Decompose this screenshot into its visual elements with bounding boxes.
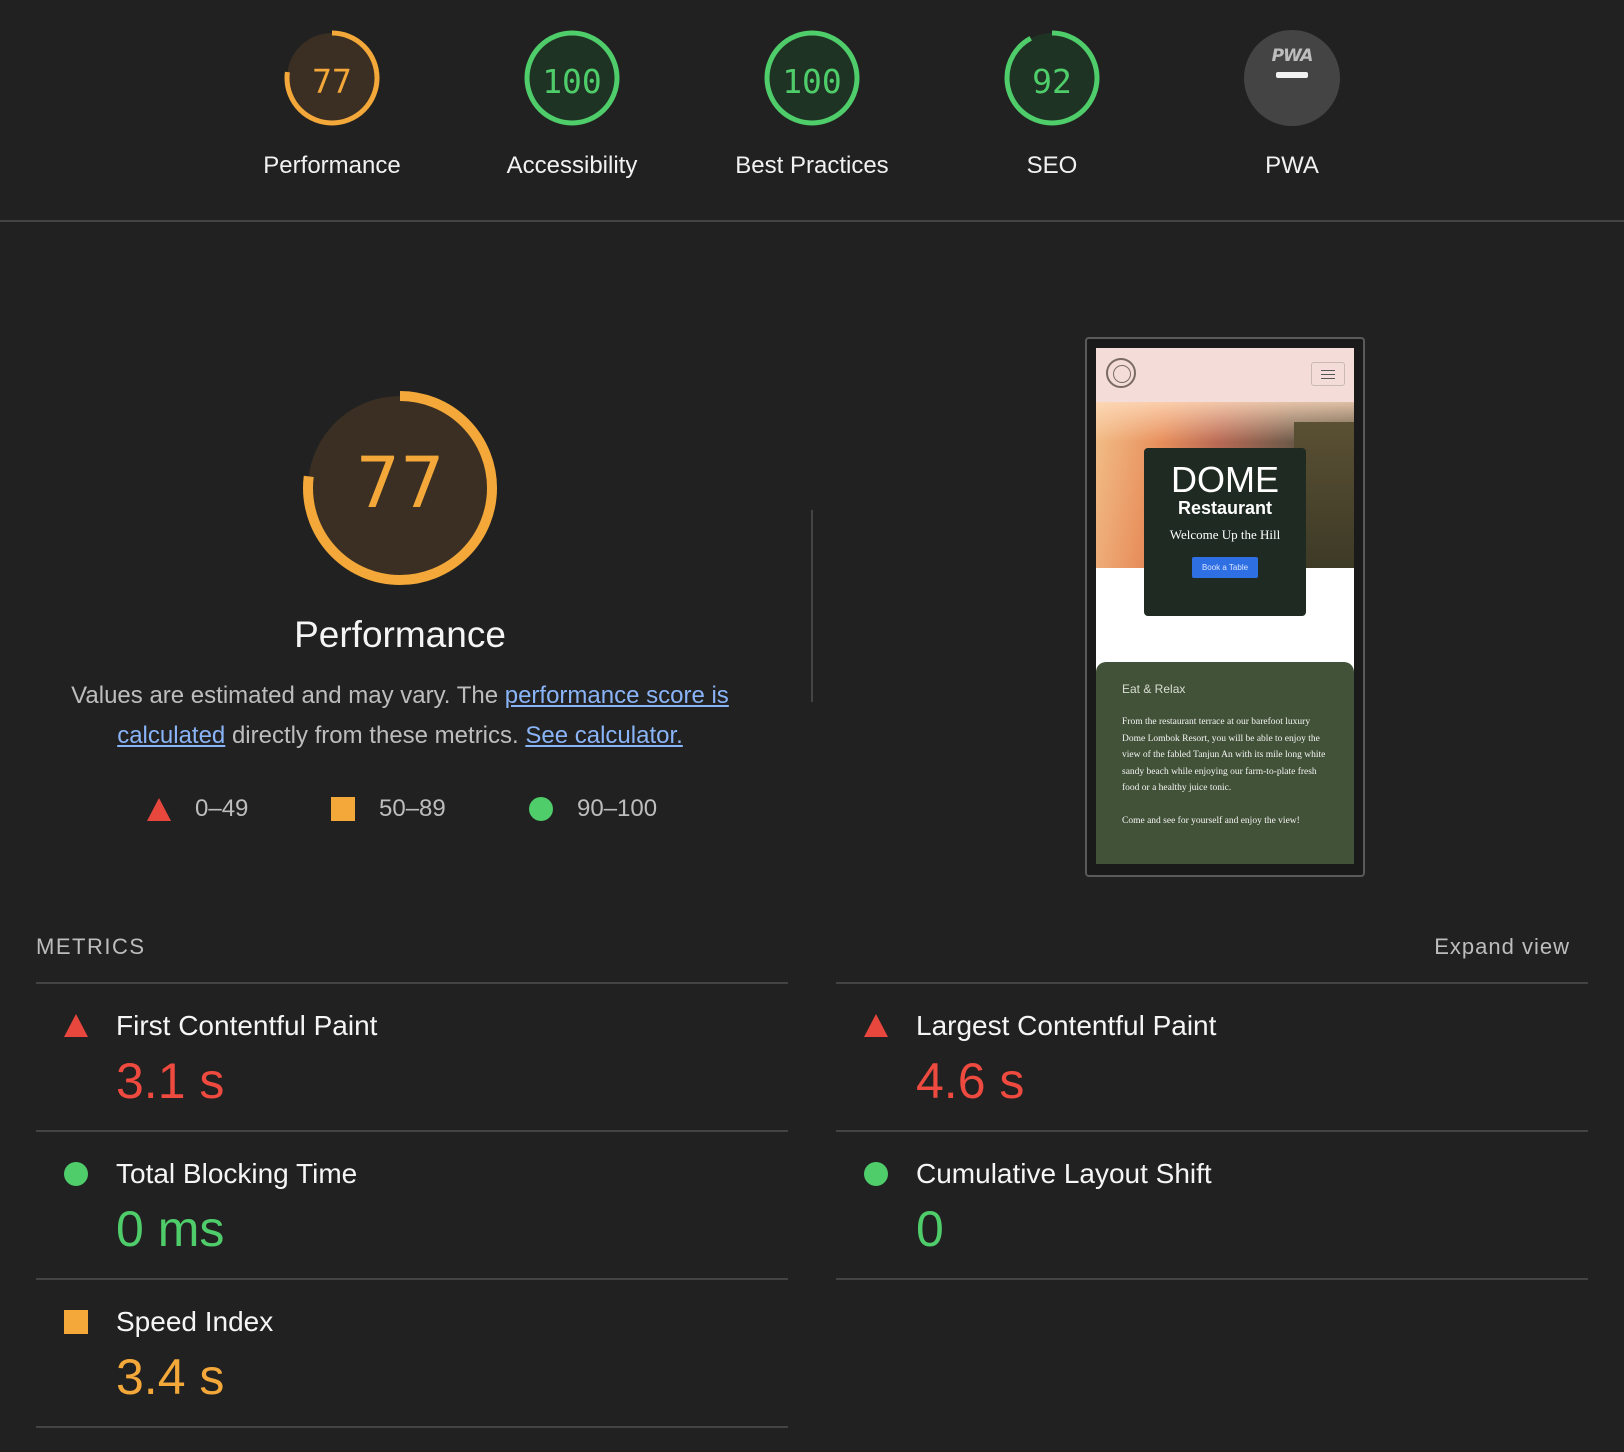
score-label: Performance bbox=[263, 152, 401, 179]
legend-pass: 90–100 bbox=[529, 795, 657, 823]
about-section: Eat & Relax From the restaurant terrace … bbox=[1096, 662, 1354, 864]
legend-range: 90–100 bbox=[577, 795, 658, 822]
metric-value: 4.6 s bbox=[916, 1053, 1025, 1109]
metric-cumulative-layout-shift: Cumulative Layout Shift 0 bbox=[836, 1130, 1588, 1280]
pwa-icon: PWA bbox=[1192, 46, 1392, 78]
expand-view-toggle[interactable]: Expand view bbox=[1434, 934, 1570, 960]
score-header: 77 Performance 100 Accessibility 100 Bes… bbox=[0, 0, 1624, 222]
metric-speed-index: Speed Index 3.4 s bbox=[36, 1278, 788, 1428]
pwa-badge-circle bbox=[1244, 30, 1340, 126]
gauge-best-practices[interactable]: 100 Best Practices bbox=[712, 28, 912, 198]
score-value: 100 bbox=[782, 62, 842, 101]
metrics-heading: METRICS bbox=[36, 934, 146, 959]
square-icon bbox=[331, 797, 355, 821]
brand-title: DOME bbox=[1171, 459, 1279, 500]
section-paragraph: Come and see for yourself and enjoy the … bbox=[1122, 815, 1300, 826]
pwa-badge-text: PWA bbox=[1271, 46, 1314, 66]
score-label: SEO bbox=[1026, 152, 1078, 179]
performance-score: 77 bbox=[355, 442, 445, 524]
hamburger-menu-icon bbox=[1311, 362, 1345, 386]
metric-title: Total Blocking Time bbox=[116, 1158, 358, 1189]
metric-first-contentful-paint: First Contentful Paint 3.1 s bbox=[36, 982, 788, 1130]
book-table-button: Book a Table bbox=[1191, 557, 1259, 578]
performance-description: Values are estimated and may vary. The p… bbox=[56, 676, 744, 756]
gauge-seo[interactable]: 92 SEO bbox=[952, 28, 1152, 198]
metric-title: Cumulative Layout Shift bbox=[916, 1158, 1212, 1189]
metric-title: Speed Index bbox=[116, 1306, 274, 1337]
performance-title: Performance bbox=[294, 614, 506, 655]
site-header bbox=[1096, 348, 1354, 402]
score-value: 100 bbox=[542, 62, 602, 101]
legend-fail: 0–49 bbox=[147, 795, 248, 823]
legend-range: 50–89 bbox=[379, 795, 446, 822]
score-legend: 0–49 50–89 90–100 bbox=[0, 795, 800, 831]
metric-value: 3.4 s bbox=[116, 1349, 225, 1405]
fail-triangle-icon bbox=[864, 1014, 888, 1037]
screenshot-content: DOME Restaurant Welcome Up the Hill Book… bbox=[1096, 348, 1354, 864]
gauge-pwa[interactable]: PWA PWA bbox=[1192, 28, 1392, 198]
site-logo-icon bbox=[1106, 358, 1136, 388]
metric-largest-contentful-paint: Largest Contentful Paint 4.6 s bbox=[836, 982, 1588, 1130]
legend-average: 50–89 bbox=[331, 795, 446, 823]
score-label: PWA bbox=[1265, 152, 1319, 179]
metric-total-blocking-time: Total Blocking Time 0 ms bbox=[36, 1130, 788, 1278]
section-paragraph: From the restaurant terrace at our baref… bbox=[1122, 717, 1326, 793]
average-square-icon bbox=[64, 1310, 88, 1334]
metric-value: 3.1 s bbox=[116, 1053, 225, 1109]
legend-range: 0–49 bbox=[195, 795, 249, 822]
fail-triangle-icon bbox=[64, 1014, 88, 1037]
circle-icon bbox=[529, 797, 553, 821]
triangle-icon bbox=[147, 797, 171, 821]
section-body: From the restaurant terrace at our baref… bbox=[1122, 714, 1328, 845]
score-label: Best Practices bbox=[735, 152, 889, 179]
lighthouse-report: 77 Performance 100 Accessibility 100 Bes… bbox=[0, 0, 1624, 1452]
pwa-dash-icon bbox=[1276, 72, 1308, 78]
pass-circle-icon bbox=[64, 1162, 88, 1186]
vertical-divider bbox=[811, 510, 813, 702]
metric-title: First Contentful Paint bbox=[116, 1010, 378, 1041]
desc-text: directly from these metrics. bbox=[225, 722, 526, 749]
metric-title: Largest Contentful Paint bbox=[916, 1010, 1217, 1041]
score-label: Accessibility bbox=[506, 152, 638, 179]
gauge-accessibility[interactable]: 100 Accessibility bbox=[472, 28, 672, 198]
final-screenshot[interactable]: DOME Restaurant Welcome Up the Hill Book… bbox=[1085, 337, 1365, 877]
score-value: 92 bbox=[1032, 62, 1072, 101]
calculator-link[interactable]: See calculator. bbox=[525, 722, 682, 749]
score-value: 77 bbox=[312, 62, 352, 101]
section-title: Eat & Relax bbox=[1122, 682, 1186, 696]
metrics-column-left: First Contentful Paint 3.1 s Total Block… bbox=[36, 982, 788, 1428]
performance-gauge: 77 bbox=[300, 388, 500, 588]
brand-subtitle: Restaurant bbox=[1177, 498, 1273, 518]
metrics-column-right: Largest Contentful Paint 4.6 s Cumulativ… bbox=[836, 982, 1588, 1280]
gauge-performance[interactable]: 77 Performance bbox=[232, 28, 432, 198]
metric-value: 0 bbox=[916, 1201, 944, 1257]
pass-circle-icon bbox=[864, 1162, 888, 1186]
hero-card: DOME Restaurant Welcome Up the Hill Book… bbox=[1144, 448, 1306, 616]
desc-text: Values are estimated and may vary. The bbox=[71, 682, 505, 709]
metric-value: 0 ms bbox=[116, 1201, 225, 1257]
tagline: Welcome Up the Hill bbox=[1169, 527, 1281, 542]
